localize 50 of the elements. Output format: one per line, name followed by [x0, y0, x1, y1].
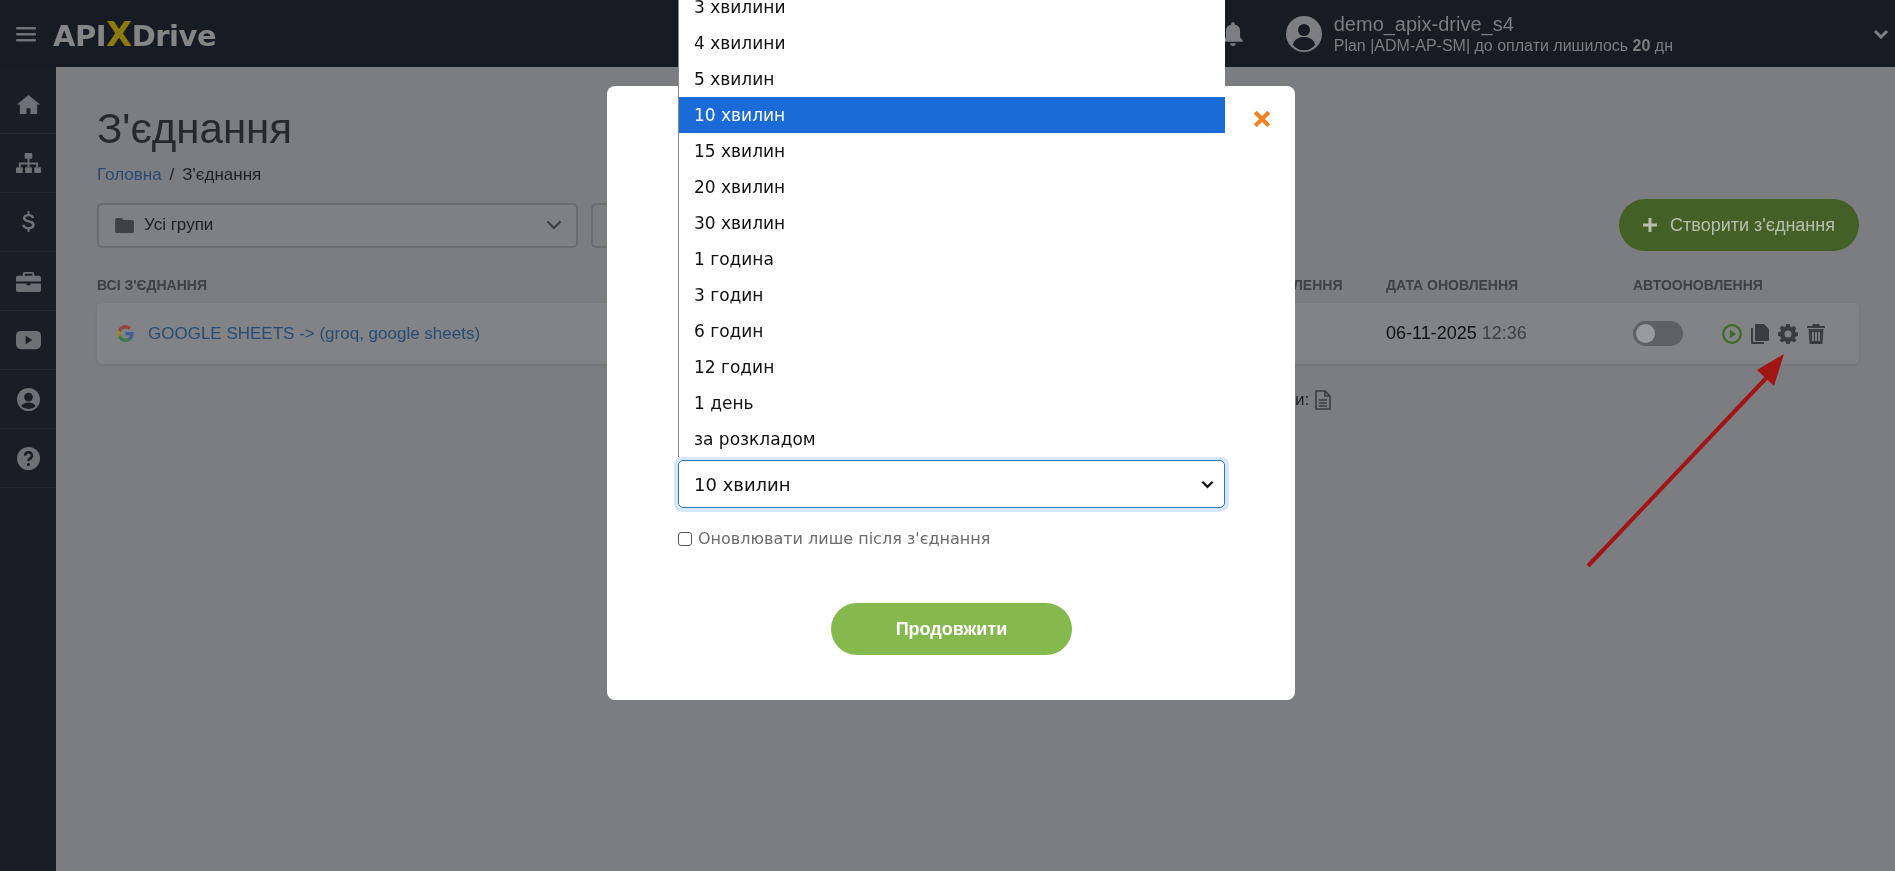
footer-text: и: — [1295, 390, 1310, 410]
column-header: ВСІ З'ЄДНАННЯ — [97, 277, 207, 293]
home-icon[interactable] — [15, 92, 41, 116]
group-filter-select[interactable]: Усі групи — [97, 202, 578, 248]
column-header: АВТООНОВЛЕННЯ — [1633, 277, 1763, 293]
page-title: З'єднання — [97, 104, 292, 154]
breadcrumb-separator: / — [169, 165, 175, 185]
dropdown-option[interactable]: 4 хвилини — [679, 25, 1225, 61]
plus-icon — [1643, 218, 1658, 232]
menu-icon[interactable] — [16, 25, 36, 42]
breadcrumb-current: З'єднання — [182, 165, 262, 185]
dropdown-option[interactable]: 1 день — [679, 385, 1225, 421]
dropdown-option[interactable]: 5 хвилин — [679, 61, 1225, 97]
chevron-down-icon[interactable] — [1873, 28, 1889, 39]
chevron-down-icon — [1201, 479, 1214, 489]
column-header: ЛЕННЯ — [1293, 277, 1343, 293]
create-connection-button[interactable]: Створити з'єднання — [1619, 199, 1859, 251]
dropdown-option[interactable]: 6 годин — [679, 313, 1225, 349]
dropdown-option[interactable]: 3 хвилини — [679, 0, 1225, 25]
folder-icon — [115, 217, 134, 233]
briefcase-icon[interactable] — [15, 269, 41, 293]
user-icon[interactable] — [15, 387, 41, 411]
dropdown-option[interactable]: 1 година — [679, 241, 1225, 277]
user-name[interactable]: demo_apix-drive_s4 — [1333, 11, 1673, 36]
copy-icon[interactable] — [1750, 323, 1770, 344]
checkbox-label: Оновлювати лише після з'єднання — [698, 529, 991, 548]
dropdown-option[interactable]: 3 годин — [679, 277, 1225, 313]
chevron-down-icon — [546, 220, 562, 230]
video-play-icon[interactable] — [15, 328, 41, 352]
column-header: ДАТА ОНОВЛЕННЯ — [1386, 277, 1519, 293]
dropdown-option[interactable]: 12 годин — [679, 349, 1225, 385]
dropdown-option[interactable]: 10 хвилин — [679, 97, 1225, 133]
dropdown-option[interactable]: 30 хвилин — [679, 205, 1225, 241]
update-date: 06-11-2025 — [1386, 323, 1477, 344]
settings-icon[interactable] — [1778, 323, 1798, 344]
auto-update-toggle[interactable] — [1633, 321, 1683, 346]
sitemap-icon[interactable] — [15, 151, 41, 175]
dropdown-option[interactable]: 15 хвилин — [679, 133, 1225, 169]
avatar-icon[interactable] — [1285, 15, 1322, 52]
help-icon[interactable] — [15, 446, 41, 470]
close-icon[interactable] — [1253, 110, 1271, 128]
google-logo-icon — [117, 325, 134, 342]
update-time: 12:36 — [1481, 323, 1527, 344]
plan-info: Plan |ADM-AP-SM| до оплати лишилось 20 дн — [1333, 36, 1673, 56]
dropdown-option[interactable]: за розкладом — [679, 421, 1225, 457]
dropdown-option[interactable]: 20 хвилин — [679, 169, 1225, 205]
trash-icon[interactable] — [1806, 323, 1826, 344]
logo[interactable]: APIXDrive — [53, 13, 217, 54]
document-icon[interactable] — [1315, 390, 1332, 410]
checkbox[interactable] — [678, 531, 692, 546]
